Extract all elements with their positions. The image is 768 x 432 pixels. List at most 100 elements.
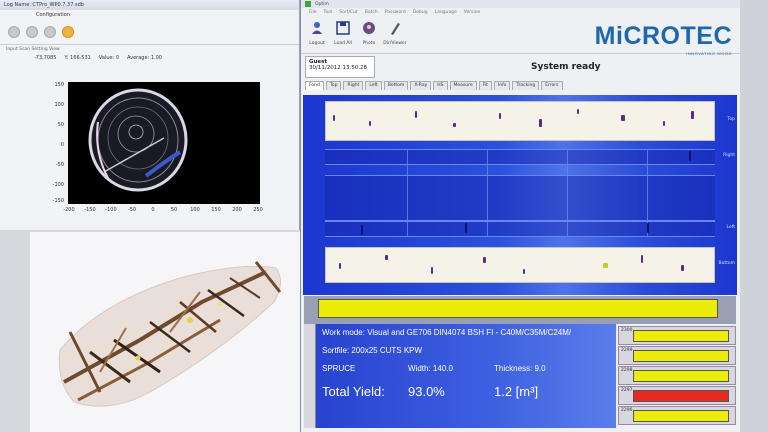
tab-xray[interactable]: X-Ray [410,81,432,90]
photo-button[interactable]: Photo [357,20,381,46]
current-datetime: 30/11/2012 13.50.28 [309,65,367,71]
tab-right[interactable]: Right [343,81,364,90]
menu-debug[interactable]: Debug [413,10,428,15]
tab-fit[interactable]: Fit [478,81,492,90]
y-tick: 0 [60,142,64,148]
defect-marker [539,119,542,127]
menu-tool[interactable]: Tool [324,10,333,15]
x-tick: -200 [63,207,75,213]
tab-left[interactable]: Left [365,81,382,90]
print-icon[interactable] [44,25,56,38]
pen-icon [391,23,400,35]
board-yield-bar[interactable] [318,299,718,318]
screen: Log Name: CTPro_WP0.7.37.sdb Configurati… [0,0,768,432]
log-viewer-menu[interactable]: Configuration [0,10,299,19]
defect-marker [621,115,625,121]
defect-marker [577,109,579,114]
desktop-edge [740,0,768,432]
x-tick: -100 [105,207,117,213]
menu-batch[interactable]: Batch [365,10,378,15]
defect-marker [453,123,456,127]
x-tick: 50 [170,207,178,213]
readout-a: -73.7085 [34,55,57,61]
track-bottom[interactable] [325,247,715,283]
tab-info[interactable]: Info [493,81,511,90]
track-right[interactable] [325,149,715,165]
track-top[interactable] [325,101,715,141]
info-side-tab[interactable] [304,324,316,428]
x-tick: 200 [232,207,242,213]
menu-password[interactable]: Password [385,10,406,15]
defect-marker [663,121,665,126]
microtec-logo: MiCROTEC INNOVATING WOOD [595,22,732,56]
menu-language[interactable]: Language [435,10,457,15]
open-icon[interactable] [8,25,20,38]
x-tick: -150 [84,207,96,213]
readout-average: Average: 1.00 [127,55,162,61]
defect-marker [339,263,341,269]
board-number: 2296 [621,408,633,413]
dir-viewer-button[interactable]: Dir/Viewer [383,20,407,46]
total-yield-value: 93.0% [408,384,445,399]
defect-marker [431,267,433,274]
defect-marker [641,255,643,263]
logout-button[interactable]: Logout [305,20,329,46]
tab-bottom[interactable]: Bottom [383,81,409,90]
defect-marker [361,225,363,235]
recent-board-row[interactable]: 2298 [618,366,736,385]
y-tick: -100 [52,182,64,188]
recent-board-row[interactable]: 2296 [618,406,736,425]
track-middle[interactable] [325,175,715,221]
user-status-row: Guest 30/11/2012 13.50.28 System ready [301,54,740,80]
run-icon[interactable] [62,25,74,38]
y-tick: 50 [57,122,64,128]
defect-marker [499,113,501,119]
tab-measure[interactable]: Measure [449,81,477,90]
grid-divider [407,149,408,237]
log-viewer-window: Log Name: CTPro_WP0.7.37.sdb Configurati… [0,0,300,230]
tab-fond[interactable]: Fond [305,81,324,90]
tab-tracking[interactable]: Tracking [512,81,540,90]
ct-slice-image[interactable] [68,82,260,204]
tab-errors[interactable]: Errors [541,81,563,90]
tab-hs[interactable]: HS [433,81,448,90]
log-viewer-submenu[interactable]: Input Scan Setting View [0,45,299,53]
x-tick: 100 [190,207,200,213]
species-text: SPRUCE [322,364,356,373]
dir-viewer-label: Dir/Viewer [383,41,407,46]
board-number: 2297 [621,388,633,393]
x-tick: 250 [253,207,263,213]
track-label-right: Right [723,153,735,158]
menu-sort-cut[interactable]: Sort/Cut [339,10,358,15]
defect-marker [523,269,525,274]
thickness-text: Thickness: 9.0 [494,364,546,373]
x-tick: 150 [211,207,221,213]
track-left[interactable] [325,221,715,237]
board-number: 2299 [621,348,633,353]
photo-label: Photo [362,41,376,46]
grid-divider [487,149,488,237]
x-tick: -50 [127,207,137,213]
recent-board-row[interactable]: 2299 [618,346,736,365]
y-tick: 100 [54,102,64,108]
menu-file[interactable]: File [309,10,317,15]
defect-marker [691,111,694,119]
x-tick: 0 [151,207,155,213]
track-label-left: Left [726,225,735,230]
tab-top[interactable]: Top [325,81,342,90]
3d-log-visualization[interactable] [30,232,300,432]
board-scan-panel[interactable]: Top Right Left Bottom [303,95,737,295]
recent-board-row[interactable]: 2300 [618,326,736,345]
optim-menu-bar: File Tool Sort/Cut Batch Password Debug … [301,8,740,16]
log-viewer-titlebar: Log Name: CTPro_WP0.7.37.sdb [0,0,299,10]
app-icon [305,1,311,7]
configuration-menu[interactable]: Configuration [36,12,70,18]
readout-value: Value: 0 [98,55,120,61]
recent-board-row[interactable]: 2297 [618,386,736,405]
load-all-button[interactable]: Load All [331,20,355,46]
menu-version[interactable]: Version [464,10,481,15]
board-number: 2298 [621,368,633,373]
save-icon[interactable] [26,25,38,38]
board-yield-strip [304,296,736,324]
defect-marker [647,223,649,233]
